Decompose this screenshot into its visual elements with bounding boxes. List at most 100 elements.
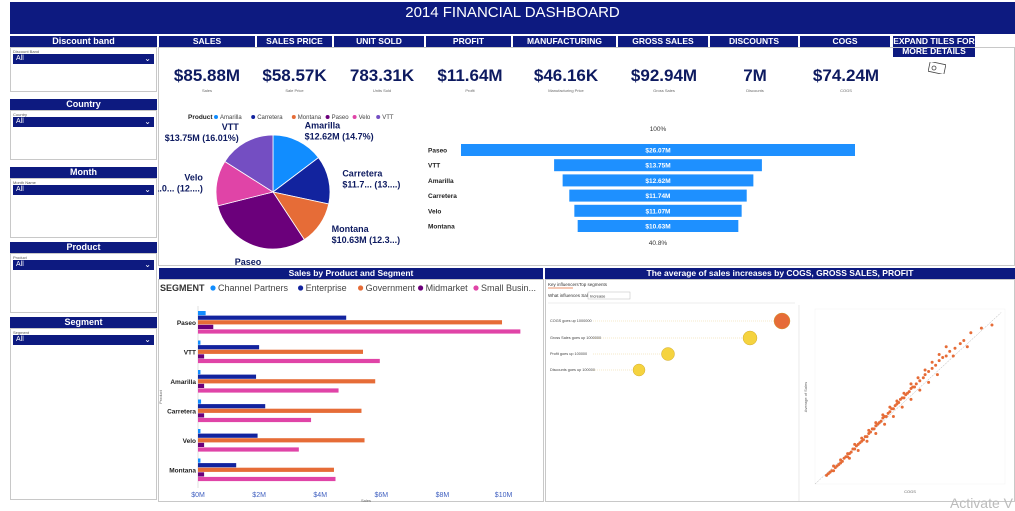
pie-legend-item: VTT bbox=[382, 115, 394, 121]
key-influencers-visual[interactable]: Key influencers Top segmentsWhat influenc… bbox=[545, 279, 1015, 502]
funnel-chart-product[interactable]: 100% $26.07M Paseo $13.75M VTT $12.62M Amarill… bbox=[425, 120, 865, 255]
bar-x-tick: $10M bbox=[495, 492, 513, 499]
funnel-top-label: 100% bbox=[650, 126, 667, 133]
bar-montana-4 bbox=[198, 476, 336, 482]
bar-x-tick: $6M bbox=[375, 492, 389, 499]
bar-paseo-4 bbox=[198, 329, 521, 334]
bar-paseo-2 bbox=[198, 320, 503, 325]
chevron-down-icon: ⌄ bbox=[144, 335, 151, 344]
kpi-label-sales: SALES bbox=[159, 36, 255, 47]
bar-y-axis-label: Product bbox=[158, 389, 163, 404]
bar-vtt-1 bbox=[198, 345, 260, 350]
bar-legend-marker bbox=[473, 285, 479, 291]
funnel-category-label: Montana bbox=[428, 224, 455, 231]
slicer-dropdown[interactable]: All ⌄ bbox=[13, 185, 154, 195]
pie-label-value: $13.75M (16.01%) bbox=[165, 133, 239, 143]
slicer-title: Country bbox=[10, 99, 157, 110]
ki-scatter-point bbox=[937, 359, 941, 363]
ki-scatter-point bbox=[941, 356, 945, 360]
chevron-down-icon: ⌄ bbox=[144, 117, 151, 126]
ki-scatter-point bbox=[895, 399, 899, 403]
funnel-category-label: VTT bbox=[428, 163, 440, 170]
ki-scatter-point bbox=[969, 331, 973, 335]
pie-legend-marker bbox=[352, 115, 357, 119]
ki-scatter-point bbox=[918, 388, 922, 392]
bar-legend-marker bbox=[298, 285, 304, 291]
bar-legend-marker bbox=[358, 285, 364, 291]
ki-scatter-point bbox=[847, 456, 851, 460]
bar-amarilla-0 bbox=[198, 370, 201, 375]
ki-scatter-point bbox=[962, 339, 966, 342]
ki-influencer-bubble bbox=[742, 330, 758, 346]
kpi-label-manufacturing-price: MANUFACTURING PRICE bbox=[513, 36, 616, 57]
ki-scatter-point bbox=[953, 346, 957, 350]
ki-scatter-point bbox=[934, 363, 938, 367]
bar-paseo-0 bbox=[198, 311, 206, 316]
kpi-label-unit-sold: UNIT SOLD bbox=[334, 36, 424, 47]
ki-scatter-point bbox=[918, 379, 922, 383]
bar-montana-3 bbox=[198, 472, 205, 477]
ki-tab-key-influencers: Key influencers bbox=[548, 282, 580, 287]
pie-label-value: $12.62M (14.7%) bbox=[305, 131, 374, 141]
ki-scatter-point bbox=[927, 370, 931, 373]
slicer-dropdown[interactable]: All ⌄ bbox=[13, 335, 154, 345]
bar-x-axis-label: Sales bbox=[361, 498, 371, 502]
kpi-label-sales-price: SALES PRICE bbox=[257, 36, 332, 47]
pie-label-name: Carretera bbox=[342, 169, 383, 179]
ki-scatter-point bbox=[860, 436, 864, 440]
bar-legend-item: Enterprise bbox=[306, 283, 347, 293]
bar-carretera-4 bbox=[198, 417, 312, 423]
ki-scatter-point bbox=[874, 432, 878, 435]
ki-scatter-point bbox=[902, 391, 906, 395]
ki-scatter-point bbox=[921, 376, 925, 380]
pie-legend-title: Product bbox=[188, 114, 213, 121]
funnel-bar-value: $13.75M bbox=[645, 163, 670, 170]
ki-scatter-point bbox=[944, 354, 948, 358]
pie-legend-marker bbox=[291, 115, 296, 119]
ki-scatter-point bbox=[958, 342, 962, 346]
ki-scatter-point bbox=[951, 354, 955, 358]
pie-label-name: Montana bbox=[332, 224, 370, 234]
pie-label-value: $11.7... (13....) bbox=[342, 180, 400, 190]
ki-scatter-point bbox=[930, 366, 934, 370]
slicer-dropdown[interactable]: All ⌄ bbox=[13, 117, 154, 127]
ki-scatter-point bbox=[907, 390, 911, 394]
dashboard-title: 2014 FINANCIAL DASHBOARD bbox=[10, 2, 1015, 34]
bar-amarilla-2 bbox=[198, 379, 376, 384]
ki-scatter-point bbox=[853, 447, 857, 451]
bar-velo-2 bbox=[198, 438, 365, 443]
ki-scatter-point bbox=[979, 326, 983, 330]
ki-tab-top-segments: Top segments bbox=[579, 282, 608, 287]
pie-legend-marker bbox=[325, 115, 330, 119]
bar-amarilla-4 bbox=[198, 388, 339, 393]
ki-influencer-bubble bbox=[661, 347, 675, 361]
ki-scatter-point bbox=[944, 345, 948, 349]
bar-chart-sales-by-product-segment[interactable]: SEGMENT Channel Partners Enterprise Governm… bbox=[158, 279, 544, 502]
ki-scatter-point bbox=[888, 405, 892, 409]
chevron-down-icon: ⌄ bbox=[144, 54, 151, 63]
ki-scatter-point bbox=[927, 380, 931, 384]
ki-scatter-point bbox=[865, 435, 869, 439]
slicer-title: Segment bbox=[10, 317, 157, 328]
bar-category-label: Paseo bbox=[177, 320, 196, 327]
bar-category-label: Montana bbox=[169, 468, 196, 475]
pie-legend-item: Amarilla bbox=[220, 115, 242, 121]
bar-velo-0 bbox=[198, 429, 201, 434]
bar-vtt-2 bbox=[198, 349, 363, 354]
bar-carretera-2 bbox=[198, 408, 362, 413]
funnel-bar-value: $10.63M bbox=[645, 224, 670, 231]
slicer-dropdown[interactable]: All ⌄ bbox=[13, 260, 154, 270]
bar-category-label: Carretera bbox=[167, 409, 196, 416]
bar-montana-2 bbox=[198, 467, 334, 472]
pie-legend-item: Carretera bbox=[257, 115, 283, 121]
ki-scatter-point bbox=[832, 469, 836, 473]
pie-chart-product[interactable]: Product Amarilla Carretera Montana Paseo Velo… bbox=[158, 108, 428, 268]
ki-scatter-point bbox=[884, 414, 888, 418]
kpi-label-cogs: COGS bbox=[800, 36, 890, 47]
chevron-down-icon: ⌄ bbox=[144, 260, 151, 269]
slicer-dropdown[interactable]: All ⌄ bbox=[13, 54, 154, 64]
pie-label-name: Amarilla bbox=[305, 120, 342, 130]
ki-scatter-point bbox=[935, 373, 939, 377]
pie-label-value: $10.63M (12.3...) bbox=[332, 235, 401, 245]
bar-paseo-3 bbox=[198, 324, 214, 329]
